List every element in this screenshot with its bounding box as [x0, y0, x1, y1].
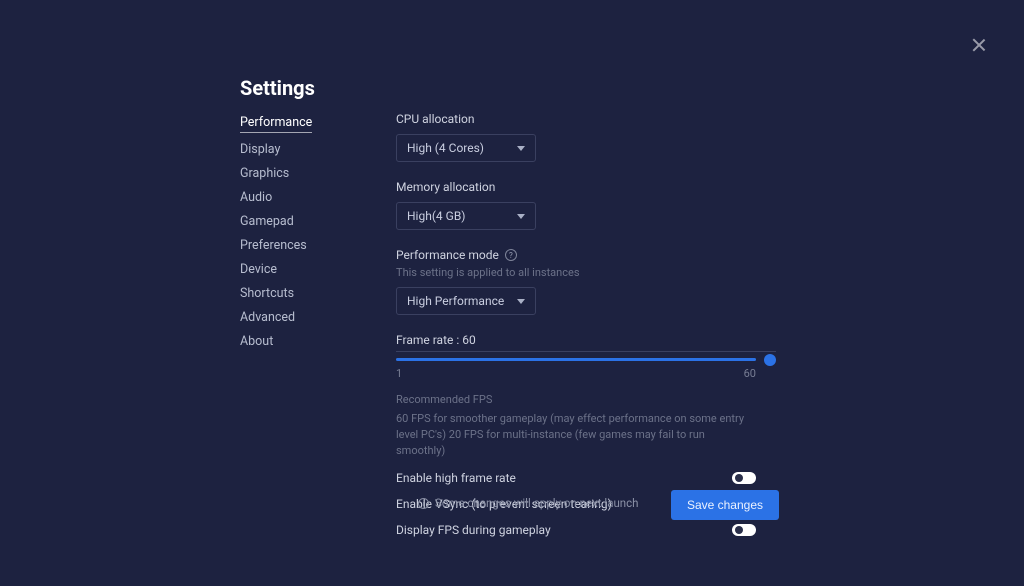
- sidebar-item-device[interactable]: Device: [240, 262, 277, 277]
- recommended-fps-title: Recommended FPS: [396, 392, 756, 408]
- page-title: Settings: [240, 76, 315, 100]
- performance-mode-label: Performance mode ?: [396, 248, 776, 262]
- frame-rate-group: Frame rate : 60 1 60: [396, 333, 776, 380]
- cpu-allocation-group: CPU allocation High (4 Cores): [396, 112, 776, 162]
- performance-mode-select[interactable]: High Performance: [396, 287, 536, 315]
- sidebar-item-shortcuts[interactable]: Shortcuts: [240, 286, 294, 301]
- chevron-down-icon: [517, 146, 525, 151]
- close-icon[interactable]: [972, 38, 986, 52]
- slider-track: [396, 358, 756, 361]
- chevron-down-icon: [517, 299, 525, 304]
- recommended-fps-body: 60 FPS for smoother gameplay (may effect…: [396, 411, 756, 459]
- frame-rate-label: Frame rate : 60: [396, 333, 776, 352]
- memory-allocation-group: Memory allocation High(4 GB): [396, 180, 776, 230]
- sidebar-item-display[interactable]: Display: [240, 142, 280, 157]
- performance-mode-value: High Performance: [407, 294, 504, 308]
- memory-allocation-label: Memory allocation: [396, 180, 776, 194]
- sidebar-item-performance[interactable]: Performance: [240, 115, 312, 133]
- toggle-label: Display FPS during gameplay: [396, 523, 551, 537]
- frame-rate-scale: 1 60: [396, 367, 756, 380]
- frame-rate-slider[interactable]: [396, 358, 776, 361]
- content: CPU allocation High (4 Cores) Memory all…: [396, 112, 776, 537]
- sidebar-item-preferences[interactable]: Preferences: [240, 238, 307, 253]
- cpu-allocation-select[interactable]: High (4 Cores): [396, 134, 536, 162]
- sidebar-item-about[interactable]: About: [240, 334, 273, 349]
- sidebar: Performance Display Graphics Audio Gamep…: [240, 115, 370, 349]
- footer-note-text: Some changes will apply on next launch: [435, 496, 639, 510]
- sidebar-item-audio[interactable]: Audio: [240, 190, 272, 205]
- frame-rate-min: 1: [396, 367, 402, 380]
- performance-mode-note: This setting is applied to all instances: [396, 266, 776, 279]
- frame-rate-max: 60: [744, 367, 756, 380]
- performance-mode-label-text: Performance mode: [396, 248, 499, 262]
- toggle-label: Enable high frame rate: [396, 471, 516, 485]
- sidebar-item-gamepad[interactable]: Gamepad: [240, 214, 294, 229]
- high-frame-rate-toggle[interactable]: [732, 472, 756, 484]
- toggle-knob: [735, 526, 743, 534]
- footer-note: i Some changes will apply on next launch: [418, 496, 639, 510]
- sidebar-item-advanced[interactable]: Advanced: [240, 310, 295, 325]
- slider-thumb[interactable]: [764, 354, 776, 366]
- memory-allocation-select[interactable]: High(4 GB): [396, 202, 536, 230]
- toggle-row-display-fps: Display FPS during gameplay: [396, 523, 756, 537]
- help-icon[interactable]: ?: [505, 249, 517, 261]
- cpu-allocation-label: CPU allocation: [396, 112, 776, 126]
- performance-mode-group: Performance mode ? This setting is appli…: [396, 248, 776, 315]
- info-icon: i: [418, 498, 429, 509]
- chevron-down-icon: [517, 214, 525, 219]
- toggle-row-high-frame-rate: Enable high frame rate: [396, 471, 756, 485]
- cpu-allocation-value: High (4 Cores): [407, 141, 484, 155]
- save-changes-button[interactable]: Save changes: [671, 490, 779, 520]
- sidebar-item-graphics[interactable]: Graphics: [240, 166, 289, 181]
- toggle-knob: [735, 474, 743, 482]
- recommended-fps-block: Recommended FPS 60 FPS for smoother game…: [396, 392, 756, 459]
- display-fps-toggle[interactable]: [732, 524, 756, 536]
- memory-allocation-value: High(4 GB): [407, 209, 465, 223]
